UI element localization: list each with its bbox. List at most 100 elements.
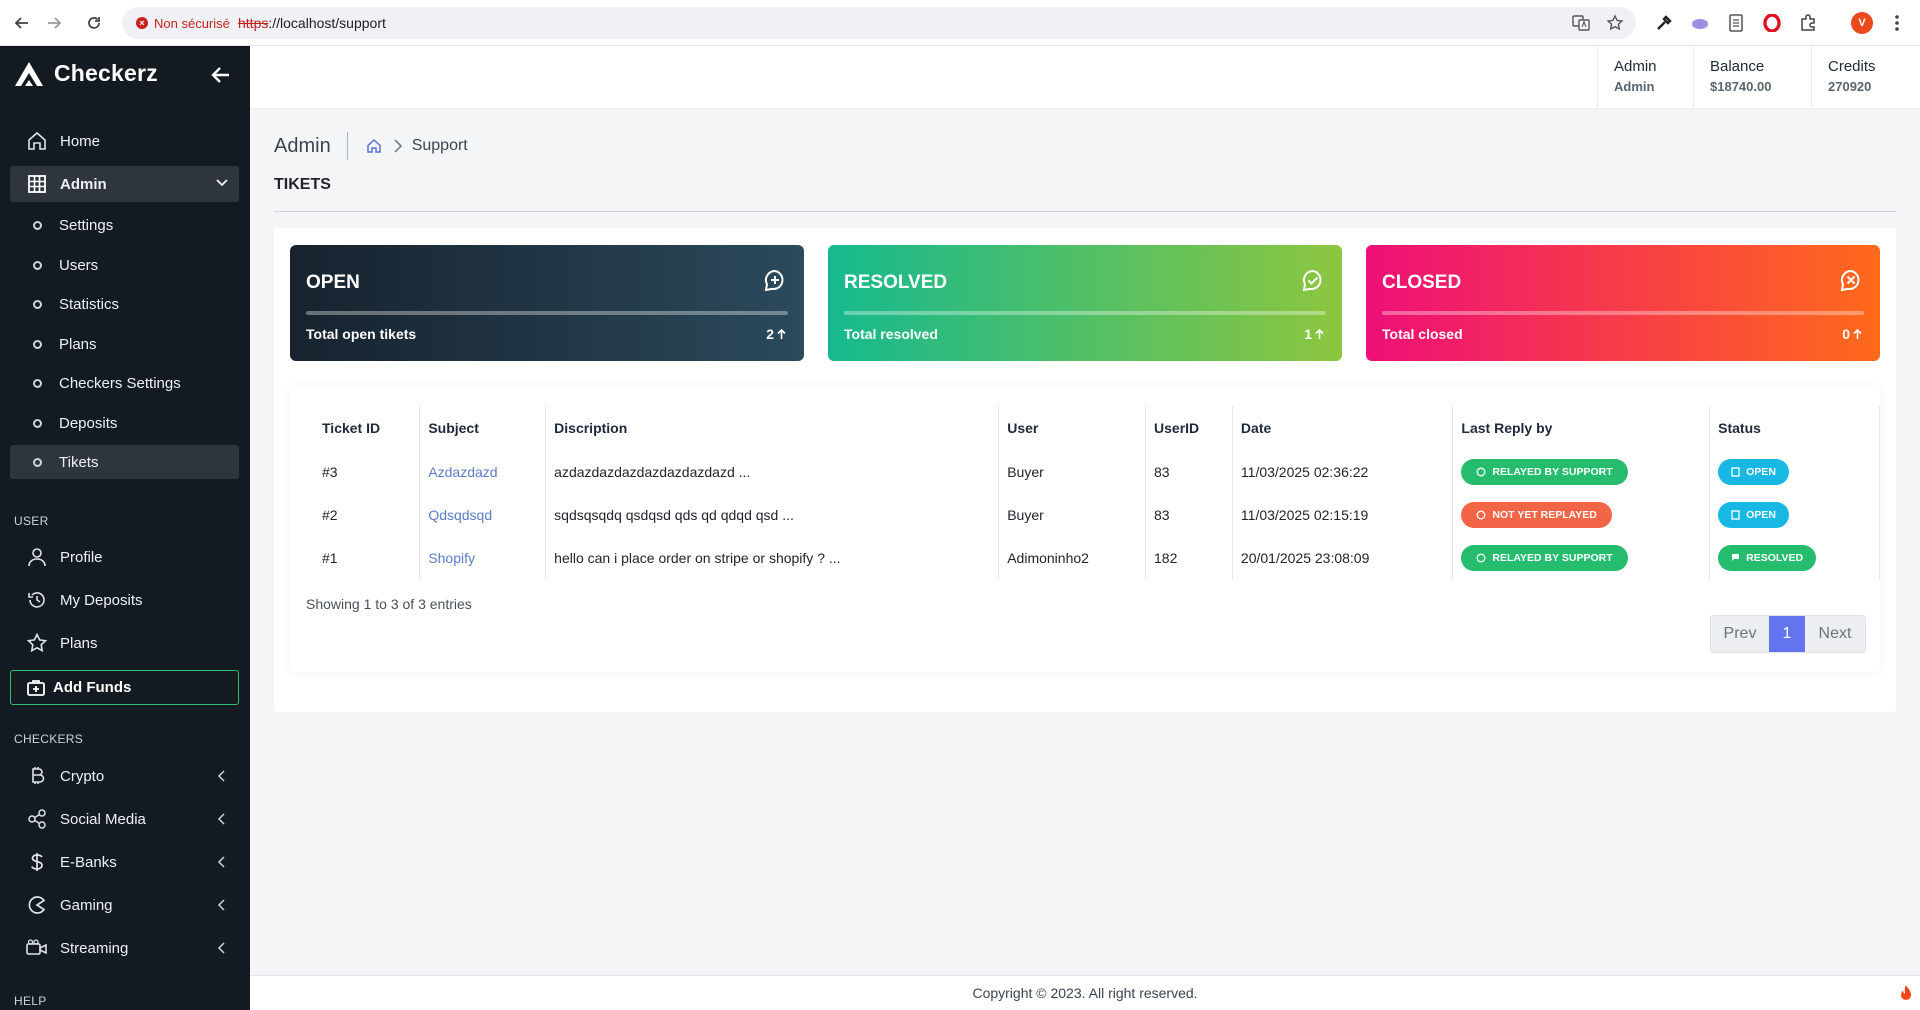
- address-bar[interactable]: × Non sécurisé https://localhost/support: [122, 7, 1636, 39]
- breadcrumb-root: Admin: [274, 132, 348, 160]
- forward-button[interactable]: [41, 10, 67, 36]
- reload-icon: [88, 17, 100, 29]
- browser-menu-icon[interactable]: [1887, 13, 1907, 33]
- sidebar-item-label: Plans: [59, 335, 97, 353]
- sidebar-item-label: Social Media: [60, 810, 146, 828]
- sidebar-item-ebanks[interactable]: E-Banks: [10, 845, 239, 879]
- sidebar-item-my-deposits[interactable]: My Deposits: [10, 583, 239, 617]
- sidebar-item-profile[interactable]: Profile: [10, 540, 239, 574]
- reload-button[interactable]: [81, 10, 107, 36]
- sidebar-item-social-media[interactable]: Social Media: [10, 802, 239, 836]
- opera-extension-icon[interactable]: [1762, 13, 1782, 33]
- ticket-icon: [1731, 466, 1740, 477]
- sidebar-item-plans-admin[interactable]: Plans: [10, 327, 239, 361]
- home-icon[interactable]: [366, 138, 382, 154]
- arrow-left-icon: [211, 67, 229, 83]
- flag-icon: [1732, 553, 1740, 561]
- ticket-user: Buyer: [998, 493, 1146, 536]
- column-header-userid[interactable]: UserID: [1145, 406, 1233, 450]
- divider: [274, 211, 1896, 212]
- share-nodes-icon: [26, 808, 48, 830]
- sidebar-item-streaming[interactable]: Streaming: [10, 931, 239, 965]
- bookmark-star-icon[interactable]: [1606, 14, 1624, 32]
- column-header-date[interactable]: Date: [1231, 406, 1453, 450]
- chevron-left-icon: [217, 770, 225, 782]
- stat-count: 1: [1304, 326, 1324, 342]
- bullet-icon: [33, 299, 42, 309]
- badge-label: RESOLVED: [1746, 551, 1804, 564]
- chat-plus-icon: [763, 269, 787, 293]
- sidebar-item-crypto[interactable]: Crypto: [10, 759, 239, 793]
- table-row[interactable]: #3 Azdazdazd azdazdazdazdazdazdazdazd ..…: [314, 450, 1880, 493]
- column-header-user[interactable]: User: [998, 406, 1146, 450]
- tickets-table-card: Ticket ID Subject Discription User UserI…: [290, 386, 1880, 672]
- column-header-subject[interactable]: Subject: [419, 406, 546, 450]
- stat-divider: [306, 311, 788, 315]
- ticket-date: 11/03/2025 02:15:19: [1231, 493, 1453, 536]
- sidebar-item-users[interactable]: Users: [10, 248, 239, 282]
- column-header-status[interactable]: Status: [1709, 406, 1880, 450]
- sidebar-item-admin[interactable]: Admin: [10, 166, 239, 202]
- back-button[interactable]: [9, 10, 35, 36]
- ticket-user: Buyer: [998, 450, 1146, 493]
- url-text[interactable]: https://localhost/support: [238, 15, 386, 31]
- column-header-description[interactable]: Discription: [545, 406, 999, 450]
- security-label: Non sécurisé: [154, 15, 230, 31]
- section-label-user: USER: [14, 514, 49, 528]
- url-protocol: https: [238, 15, 269, 31]
- arrow-up-icon: [777, 328, 786, 339]
- sidebar-item-deposits[interactable]: Deposits: [10, 406, 239, 440]
- sidebar-item-tikets[interactable]: Tikets: [10, 445, 239, 479]
- ticket-subject-link[interactable]: Shopify: [428, 550, 475, 566]
- pagination: Prev 1 Next: [1710, 615, 1866, 653]
- url-path: ://localhost/support: [268, 15, 386, 31]
- sidebar-item-label: Streaming: [60, 939, 129, 957]
- document-extension-icon[interactable]: [1726, 13, 1746, 33]
- header-balance-title: Balance: [1710, 58, 1765, 75]
- stat-count-value: 1: [1304, 326, 1312, 342]
- security-indicator[interactable]: × Non sécurisé: [128, 11, 240, 35]
- chat-icon: [1476, 553, 1486, 562]
- sidebar-item-label: Deposits: [59, 414, 118, 432]
- add-funds-button[interactable]: Add Funds: [10, 670, 239, 705]
- top-header: Admin Admin Balance $18740.00 Credits 27…: [250, 46, 1920, 108]
- sidebar-item-plans[interactable]: Plans: [10, 626, 239, 660]
- table-row[interactable]: #2 Qdsqdsqd sqdsqsqdq qsdqsd qds qd qdqd…: [314, 493, 1880, 536]
- wallet-plus-icon: [27, 679, 45, 697]
- stat-label: Total open tikets: [306, 326, 417, 342]
- translate-icon[interactable]: [1572, 14, 1590, 32]
- sidebar-item-statistics[interactable]: Statistics: [10, 287, 239, 321]
- header-admin-title: Admin: [1614, 58, 1657, 75]
- pagination-next-button[interactable]: Next: [1805, 616, 1865, 652]
- collapse-sidebar-button[interactable]: [210, 64, 236, 90]
- pagination-prev-button[interactable]: Prev: [1711, 616, 1769, 652]
- brand-logo[interactable]: Checkerz: [14, 60, 158, 87]
- sidebar-item-checkers-settings[interactable]: Checkers Settings: [10, 366, 239, 400]
- column-header-last-reply[interactable]: Last Reply by: [1452, 406, 1710, 450]
- sidebar-item-home[interactable]: Home: [10, 124, 239, 158]
- sidebar-item-label: Crypto: [60, 767, 105, 785]
- bullet-icon: [33, 220, 42, 230]
- sidebar-item-settings[interactable]: Settings: [10, 208, 239, 242]
- header-admin[interactable]: Admin Admin: [1597, 46, 1693, 108]
- ticket-subject-link[interactable]: Azdazdazd: [428, 464, 497, 480]
- cloud-extension-icon[interactable]: [1690, 13, 1710, 33]
- bullet-icon: [33, 457, 42, 467]
- last-reply-badge: RELAYED BY SUPPORT: [1461, 458, 1628, 485]
- eyedropper-extension-icon[interactable]: [1654, 13, 1674, 33]
- column-header-ticket-id[interactable]: Ticket ID: [314, 406, 420, 450]
- stat-card-resolved: RESOLVED Total resolved 1: [828, 245, 1342, 361]
- ticket-userid: 83: [1145, 493, 1233, 536]
- sidebar-item-gaming[interactable]: Gaming: [10, 888, 239, 922]
- history-icon: [26, 589, 48, 611]
- bullet-icon: [33, 378, 42, 388]
- star-icon: [26, 632, 48, 654]
- table-row[interactable]: #1 Shopify hello can i place order on st…: [314, 536, 1880, 579]
- flame-icon[interactable]: [1898, 984, 1914, 1002]
- ticket-subject-link[interactable]: Qdsqdsqd: [428, 507, 492, 523]
- puzzle-extensions-icon[interactable]: [1798, 13, 1818, 33]
- header-admin-role: Admin: [1614, 79, 1655, 94]
- stat-card-open: OPEN Total open tikets 2: [290, 245, 804, 361]
- profile-avatar[interactable]: V: [1851, 12, 1873, 34]
- pagination-page-1[interactable]: 1: [1769, 616, 1805, 652]
